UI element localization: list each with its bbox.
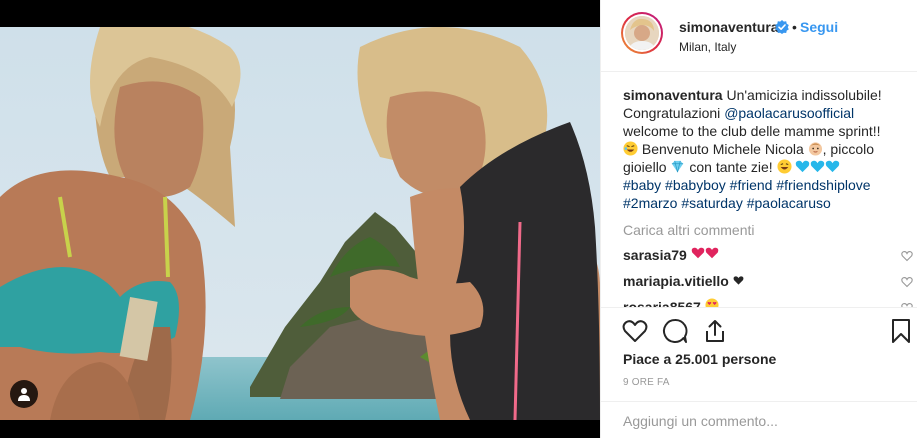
mention-link[interactable]: @paolacarusoofficial xyxy=(724,105,854,121)
blue-heart-emoji-icon xyxy=(796,160,810,173)
share-icon[interactable] xyxy=(701,317,729,345)
caption-text: Un'amicizia indissolubile! xyxy=(726,87,882,103)
post-header: simonaventura • Segui Milan, Italy xyxy=(601,0,917,72)
action-bar: Piace a 25.001 persone 9 ORE FA xyxy=(601,307,917,439)
caption-line: Benvenuto Michele Nicola , piccolo xyxy=(623,140,913,158)
caption-text: welcome to the club delle mamme sprint!! xyxy=(623,123,881,139)
rofl-emoji-icon xyxy=(623,141,638,156)
comment-icon[interactable] xyxy=(661,317,689,345)
verified-badge-icon xyxy=(775,20,789,34)
caption-line: simonaventura Un'amicizia indissolubile! xyxy=(623,86,913,104)
heart-icon[interactable] xyxy=(621,317,649,345)
hashtag-link[interactable]: #saturday xyxy=(681,195,742,211)
avatar xyxy=(625,16,659,50)
post-photo[interactable] xyxy=(0,27,600,420)
hashtag-line: #2marzo #saturday #paolacaruso xyxy=(623,194,913,212)
hashtag-link[interactable]: #2marzo xyxy=(623,195,677,211)
post-location[interactable]: Milan, Italy xyxy=(679,40,736,54)
post-username[interactable]: simonaventura xyxy=(679,19,779,35)
avatar-frame xyxy=(623,14,661,52)
comment-username[interactable]: sarasia79 xyxy=(623,247,687,263)
like-comment-heart-icon[interactable] xyxy=(901,276,913,288)
comment-row: mariapia.vitiello xyxy=(623,272,913,290)
user-tag-icon xyxy=(18,388,30,401)
avatar-image xyxy=(625,16,659,50)
comments-list[interactable]: simonaventura Un'amicizia indissolubile!… xyxy=(623,86,913,308)
hashtag-link[interactable]: #baby xyxy=(623,177,661,193)
blue-heart-emoji-icon xyxy=(811,160,825,173)
hashtag-link[interactable]: #paolacaruso xyxy=(747,195,831,211)
post-side-panel: simonaventura • Segui Milan, Italy simon… xyxy=(600,0,917,438)
hashtag-link[interactable]: #friend xyxy=(730,177,773,193)
beach-photo xyxy=(0,27,600,420)
bookmark-icon[interactable] xyxy=(887,317,915,345)
post-media[interactable] xyxy=(0,0,600,438)
like-comment-heart-icon[interactable] xyxy=(901,250,913,262)
hashtag-line: #baby #babyboy #friend #friendshiplove xyxy=(623,176,913,194)
comment-row: sarasia79 xyxy=(623,246,913,264)
post-timestamp[interactable]: 9 ORE FA xyxy=(623,377,670,388)
likes-count[interactable]: Piace a 25.001 persone xyxy=(623,351,776,367)
comment-input[interactable] xyxy=(621,412,895,430)
gem-emoji-icon xyxy=(672,160,684,173)
user-tag-button[interactable] xyxy=(10,380,38,408)
caption-text: Benvenuto Michele Nicola xyxy=(641,141,804,157)
comment-username[interactable]: mariapia.vitiello xyxy=(623,273,729,289)
blue-heart-emoji-icon xyxy=(826,160,840,173)
red-heart-emoji-icon xyxy=(705,247,719,259)
add-comment-bar xyxy=(601,401,917,440)
baby-emoji-icon xyxy=(808,142,822,156)
black-heart-emoji-icon xyxy=(733,276,744,285)
caption-text: con tante zie! xyxy=(689,159,773,175)
load-more-comments-button[interactable]: Carica altri commenti xyxy=(623,222,913,238)
red-heart-emoji-icon xyxy=(691,247,705,259)
follow-button[interactable]: Segui xyxy=(800,19,838,35)
caption-text: Congratulazioni xyxy=(623,105,721,121)
caption-line: Congratulazioni @paolacarusoofficial xyxy=(623,104,913,122)
caption-line: gioiello con tante zie! xyxy=(623,158,913,176)
hashtag-link[interactable]: #friendshiplove xyxy=(776,177,870,193)
header-separator: • xyxy=(792,19,797,35)
caption-text: , piccolo xyxy=(822,141,875,157)
post-caption: simonaventura Un'amicizia indissolubile!… xyxy=(623,86,913,212)
laughing-emoji-icon xyxy=(777,159,792,174)
caption-text: gioiello xyxy=(623,159,667,175)
caption-username[interactable]: simonaventura xyxy=(623,87,723,103)
story-ring[interactable] xyxy=(621,12,663,54)
hashtag-link[interactable]: #babyboy xyxy=(665,177,726,193)
